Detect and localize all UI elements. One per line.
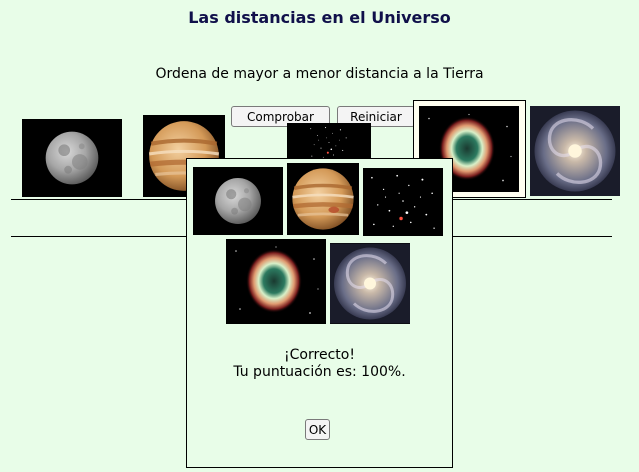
dialog-ring-nebula-image [226,239,326,324]
moon-image[interactable] [22,119,122,197]
result-message: ¡Correcto! [284,347,355,363]
dialog-star-field-image [363,168,443,236]
dialog-jupiter-image [287,163,359,235]
spiral-galaxy-image[interactable] [530,106,620,196]
ok-button[interactable]: OK [305,419,330,440]
page-title: Las distancias en el Universo [188,8,451,27]
score-message: Tu puntuación es: 100%. [233,364,406,380]
dialog-moon-image [193,167,283,235]
star-field-image[interactable] [287,123,371,163]
dialog-spiral-galaxy-image [330,243,410,324]
instruction-text: Ordena de mayor a menor distancia a la T… [155,66,484,82]
